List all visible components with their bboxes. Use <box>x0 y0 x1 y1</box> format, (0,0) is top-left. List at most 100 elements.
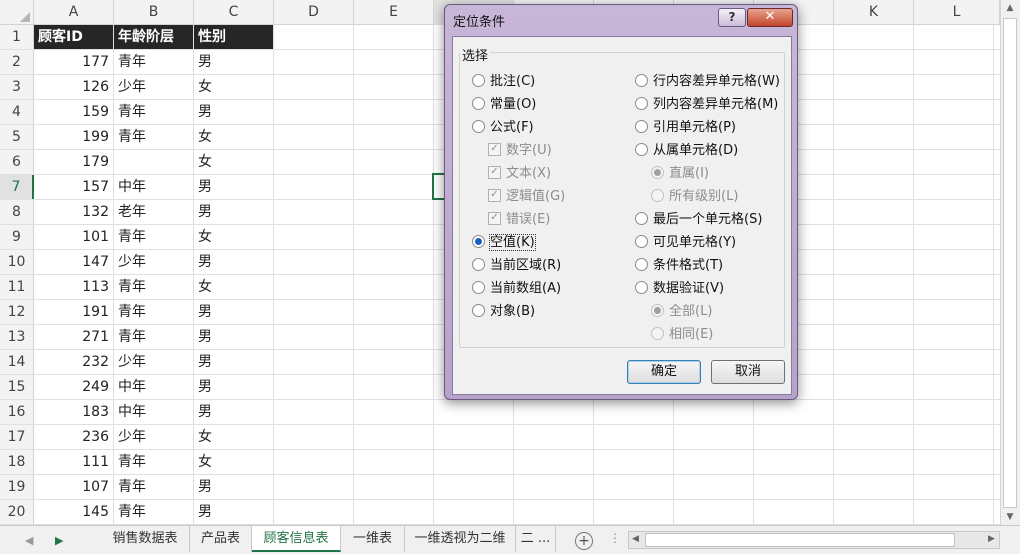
row-header[interactable]: 4 <box>0 100 34 124</box>
row-header[interactable]: 14 <box>0 350 34 374</box>
cell-age-group[interactable]: 少年 <box>114 350 194 374</box>
cell-gender[interactable]: 女 <box>194 425 274 449</box>
radio-option[interactable]: 公式(F) <box>472 119 534 137</box>
radio-button-icon[interactable] <box>635 281 648 294</box>
column-header-a[interactable]: A <box>34 0 114 25</box>
radio-option[interactable]: 数据验证(V) <box>635 280 724 298</box>
row-header[interactable]: 10 <box>0 250 34 274</box>
cell-age-group[interactable]: 少年 <box>114 250 194 274</box>
sheet-tab[interactable]: 销售数据表 <box>101 526 190 552</box>
radio-option[interactable]: 空值(K) <box>472 234 536 252</box>
radio-option[interactable]: 从属单元格(D) <box>635 142 738 160</box>
cell-gender[interactable]: 女 <box>194 75 274 99</box>
row-header[interactable]: 13 <box>0 325 34 349</box>
column-header-e[interactable]: E <box>354 0 434 25</box>
cell-age-group[interactable]: 青年 <box>114 300 194 324</box>
row-header[interactable]: 17 <box>0 425 34 449</box>
row-header[interactable]: 3 <box>0 75 34 99</box>
split-handle-icon[interactable]: ⋮ <box>609 531 621 545</box>
radio-button-icon[interactable] <box>635 212 648 225</box>
cell-age-group[interactable]: 青年 <box>114 125 194 149</box>
cell-gender[interactable]: 男 <box>194 400 274 424</box>
radio-option[interactable]: 当前数组(A) <box>472 280 561 298</box>
radio-option[interactable]: 可见单元格(Y) <box>635 234 736 252</box>
row-header[interactable]: 20 <box>0 500 34 524</box>
cell-age-group[interactable]: 少年 <box>114 425 194 449</box>
add-sheet-icon[interactable]: + <box>575 532 593 550</box>
cell-customer-id[interactable]: 236 <box>34 425 114 449</box>
cell-customer-id[interactable]: 191 <box>34 300 114 324</box>
cell-customer-id[interactable]: 157 <box>34 175 114 199</box>
cell-age-group[interactable]: 老年 <box>114 200 194 224</box>
cell-customer-id[interactable]: 232 <box>34 350 114 374</box>
radio-button-icon[interactable] <box>472 120 485 133</box>
row-header[interactable]: 8 <box>0 200 34 224</box>
ok-button[interactable]: 确定 <box>627 360 701 384</box>
cell-customer-id[interactable]: 159 <box>34 100 114 124</box>
cell-customer-id[interactable]: 271 <box>34 325 114 349</box>
cell-customer-id[interactable]: 183 <box>34 400 114 424</box>
column-header-c[interactable]: C <box>194 0 274 25</box>
cell-customer-id[interactable]: 113 <box>34 275 114 299</box>
cell-age-group[interactable]: 中年 <box>114 375 194 399</box>
radio-button-icon[interactable] <box>472 281 485 294</box>
cell-customer-id[interactable]: 132 <box>34 200 114 224</box>
tab-scroll-left-icon[interactable]: ◀ <box>25 534 33 547</box>
radio-button-icon[interactable] <box>472 304 485 317</box>
cell-age-group[interactable]: 青年 <box>114 50 194 74</box>
sheet-tab[interactable]: 产品表 <box>190 526 252 552</box>
cell-age-group[interactable]: 少年 <box>114 75 194 99</box>
radio-option[interactable]: 对象(B) <box>472 303 535 321</box>
radio-button-icon[interactable] <box>635 74 648 87</box>
cell-customer-id[interactable]: 249 <box>34 375 114 399</box>
cell-gender[interactable]: 男 <box>194 175 274 199</box>
cell-gender[interactable]: 男 <box>194 325 274 349</box>
row-header[interactable]: 6 <box>0 150 34 174</box>
header-cell-gender[interactable]: 性别 <box>194 25 274 49</box>
row-header[interactable]: 12 <box>0 300 34 324</box>
cell-age-group[interactable]: 青年 <box>114 100 194 124</box>
cell-customer-id[interactable]: 101 <box>34 225 114 249</box>
cell-customer-id[interactable]: 145 <box>34 500 114 524</box>
row-header[interactable]: 5 <box>0 125 34 149</box>
row-header[interactable]: 18 <box>0 450 34 474</box>
cell-gender[interactable]: 男 <box>194 475 274 499</box>
row-header[interactable]: 11 <box>0 275 34 299</box>
radio-option[interactable]: 列内容差异单元格(M) <box>635 96 778 114</box>
cell-gender[interactable]: 男 <box>194 100 274 124</box>
cell-gender[interactable]: 男 <box>194 50 274 74</box>
radio-button-icon[interactable] <box>472 235 485 248</box>
cell-age-group[interactable]: 中年 <box>114 400 194 424</box>
row-header[interactable]: 2 <box>0 50 34 74</box>
radio-button-icon[interactable] <box>472 74 485 87</box>
header-cell-age-group[interactable]: 年龄阶层 <box>114 25 194 49</box>
cell-gender[interactable]: 女 <box>194 125 274 149</box>
cancel-button[interactable]: 取消 <box>711 360 785 384</box>
cell-gender[interactable]: 女 <box>194 225 274 249</box>
scroll-right-arrow-icon[interactable]: ▶ <box>988 534 995 544</box>
close-button[interactable]: ✕ <box>747 8 793 27</box>
cell-customer-id[interactable]: 179 <box>34 150 114 174</box>
tab-scroll-right-icon[interactable]: ▶ <box>55 534 63 547</box>
column-header-k[interactable]: K <box>834 0 914 25</box>
cell-customer-id[interactable]: 111 <box>34 450 114 474</box>
radio-option[interactable]: 当前区域(R) <box>472 257 561 275</box>
cell-gender[interactable]: 男 <box>194 375 274 399</box>
sheet-tab[interactable]: 一维表 <box>341 526 405 552</box>
cell-age-group[interactable]: 中年 <box>114 175 194 199</box>
sheet-tab[interactable]: 顾客信息表 <box>252 526 341 552</box>
radio-option[interactable]: 引用单元格(P) <box>635 119 736 137</box>
column-header-d[interactable]: D <box>274 0 354 25</box>
row-header[interactable]: 7 <box>0 175 34 199</box>
row-header[interactable]: 15 <box>0 375 34 399</box>
sheet-tab[interactable]: 二 ... <box>516 526 556 552</box>
radio-button-icon[interactable] <box>635 97 648 110</box>
help-button[interactable]: ? <box>718 8 746 27</box>
radio-option[interactable]: 批注(C) <box>472 73 535 91</box>
header-cell-customer-id[interactable]: 顾客ID <box>34 25 114 49</box>
cell-gender[interactable]: 男 <box>194 500 274 524</box>
radio-button-icon[interactable] <box>472 258 485 271</box>
cell-gender[interactable]: 男 <box>194 200 274 224</box>
radio-option[interactable]: 行内容差异单元格(W) <box>635 73 780 91</box>
radio-button-icon[interactable] <box>635 143 648 156</box>
